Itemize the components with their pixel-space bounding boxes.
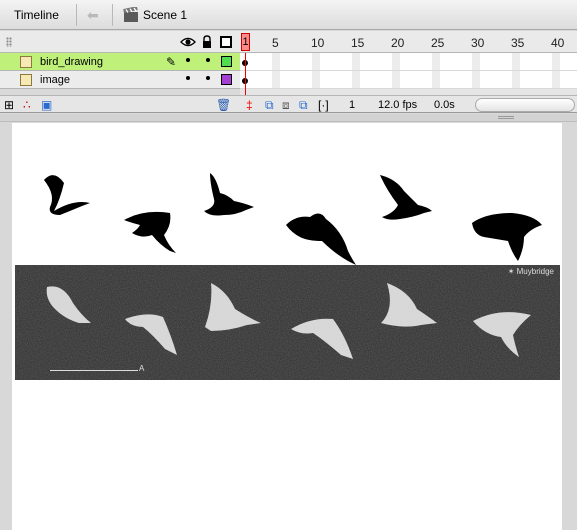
timeline-toolbar: Timeline ⬅ Scene 1	[0, 0, 577, 30]
frame-column	[472, 53, 480, 89]
divider	[112, 4, 113, 26]
resize-handle-icon[interactable]	[498, 116, 514, 119]
flash-ide: Timeline ⬅ Scene 1 1 5 10 15 20 25 30 35	[0, 0, 577, 530]
frame-column	[352, 53, 360, 89]
row-divider	[240, 70, 577, 71]
bird-silhouette	[44, 175, 90, 215]
photo-mark: A	[139, 364, 145, 373]
ruler-label: 15	[351, 36, 365, 50]
playhead-line	[245, 53, 246, 97]
frame-column	[272, 53, 280, 89]
trash-icon[interactable]: 🗑	[216, 98, 231, 112]
playhead[interactable]: 1	[241, 33, 250, 51]
outline-icon[interactable]	[220, 36, 232, 48]
scene-label[interactable]: Scene 1	[143, 8, 187, 22]
layer-row-image[interactable]: image	[0, 71, 240, 89]
photo-signature: ✶ Muybridge	[507, 267, 554, 276]
stage[interactable]: ✶ Muybridge A	[12, 123, 562, 530]
photo-noise-texture	[15, 265, 560, 380]
onion-outline-icon[interactable]: ⧈	[282, 98, 290, 112]
add-motion-guide-icon[interactable]: ∴	[23, 98, 31, 112]
edit-multiple-frames-icon[interactable]: ⧉	[299, 98, 308, 112]
ruler-label: 5	[272, 36, 279, 50]
bird-silhouette	[124, 211, 176, 253]
layer-name[interactable]: image	[40, 74, 70, 86]
scale-bar	[50, 370, 138, 371]
ruler-label: 25	[431, 36, 445, 50]
frame-grid[interactable]	[240, 53, 577, 89]
current-frame: 1	[349, 99, 356, 111]
timeline-status-bar: ⊞ ∴ ▣ 🗑 ‡ ⧉ ⧈ ⧉ [·] 1 12.0 fps 0.0s	[0, 95, 577, 113]
layer-name[interactable]: bird_drawing	[40, 56, 103, 68]
lock-dot[interactable]	[206, 58, 210, 62]
pencil-icon: ✎	[166, 55, 177, 69]
onion-skin-icon[interactable]: ⧉	[265, 98, 274, 112]
elapsed-time: 0.0s	[434, 99, 455, 111]
arrow-left-icon[interactable]: ⬅	[87, 7, 103, 23]
visibility-dot[interactable]	[186, 76, 190, 80]
bird-silhouette	[204, 173, 254, 216]
frame-ruler[interactable]: 1 5 10 15 20 25 30 35 40	[240, 31, 577, 53]
ruler-label: 20	[391, 36, 405, 50]
bird-silhouette	[286, 213, 356, 265]
ruler-label: 35	[511, 36, 525, 50]
layer-color-swatch[interactable]	[221, 56, 232, 67]
modify-markers-icon[interactable]: [·]	[318, 98, 329, 112]
ruler-label: 40	[551, 36, 565, 50]
lock-dot[interactable]	[206, 76, 210, 80]
frame-rate[interactable]: 12.0 fps	[378, 99, 417, 111]
timeline-tab[interactable]: Timeline	[14, 8, 59, 22]
frame-column	[392, 53, 400, 89]
add-folder-icon[interactable]: ▣	[41, 98, 52, 112]
frame-column	[552, 53, 560, 89]
drag-handle-icon[interactable]	[6, 37, 12, 47]
center-frame-icon[interactable]: ‡	[246, 98, 253, 112]
muybridge-photo[interactable]: ✶ Muybridge A	[15, 265, 560, 380]
ruler-label: 30	[471, 36, 485, 50]
layer-row-bird-drawing[interactable]: bird_drawing ✎	[0, 53, 240, 71]
ruler-label: 10	[311, 36, 325, 50]
frame-column	[312, 53, 320, 89]
layer-icon	[20, 56, 32, 68]
lock-icon[interactable]	[202, 35, 212, 49]
add-layer-icon[interactable]: ⊞	[4, 98, 14, 112]
visibility-dot[interactable]	[186, 58, 190, 62]
frame-column	[512, 53, 520, 89]
clapperboard-icon	[123, 7, 138, 22]
panel-divider[interactable]	[0, 114, 577, 122]
horizontal-scrollbar[interactable]	[475, 98, 575, 112]
layer-color-swatch[interactable]	[221, 74, 232, 85]
eye-icon[interactable]	[180, 35, 196, 49]
divider	[76, 4, 77, 26]
bird-silhouette	[380, 175, 432, 220]
bird-silhouette	[472, 213, 542, 261]
layer-icon	[20, 74, 32, 86]
frame-column	[432, 53, 440, 89]
